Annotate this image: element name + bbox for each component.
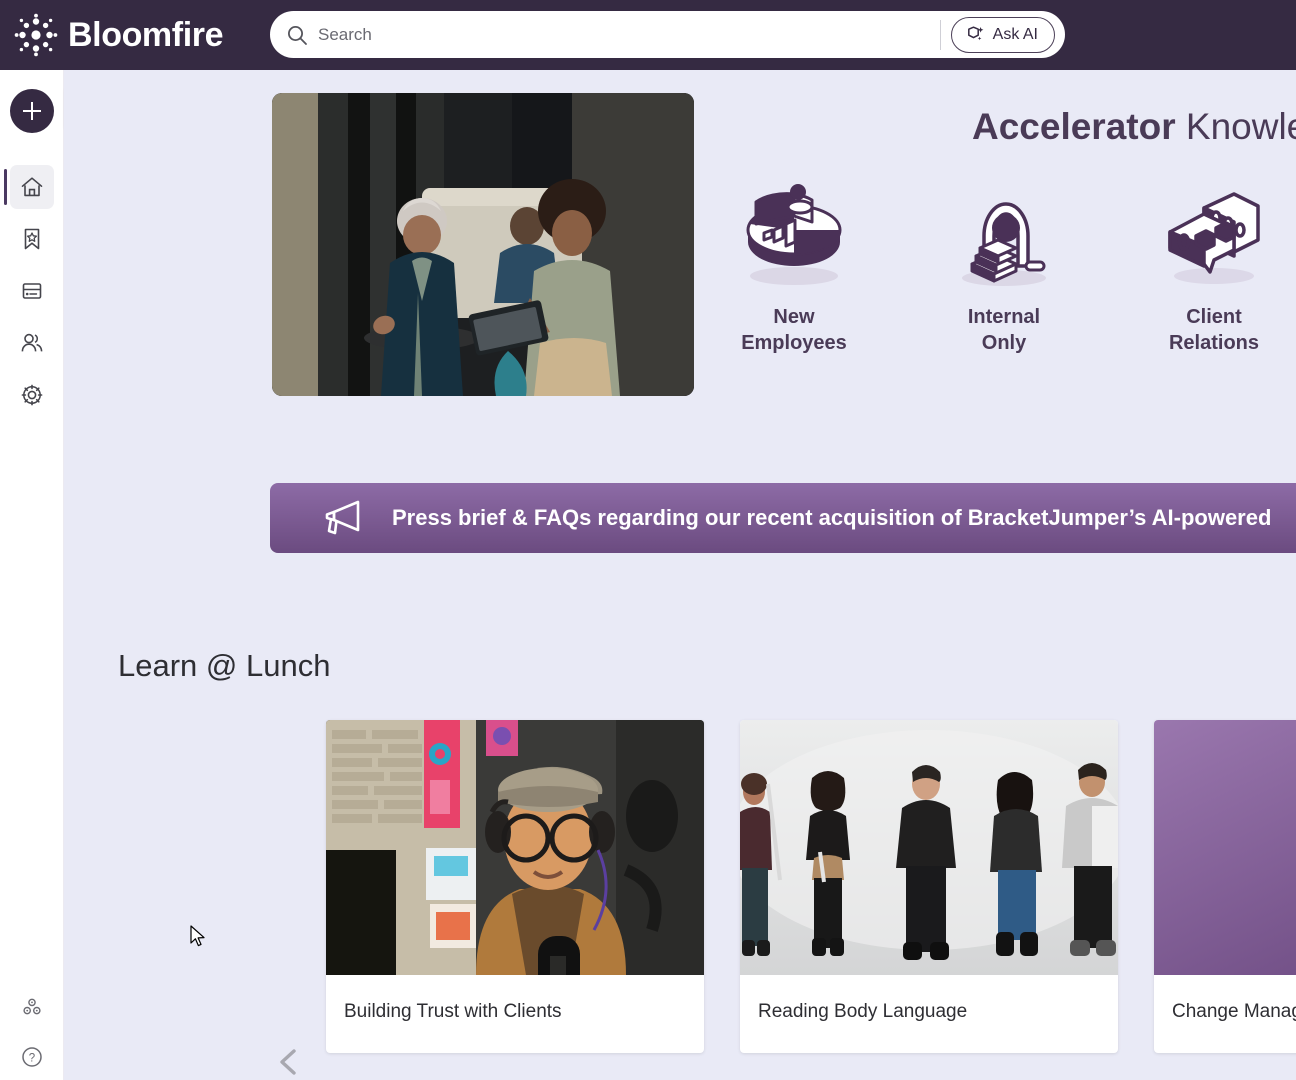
question-circle-icon: ? [19, 1044, 45, 1070]
hero-image [272, 93, 694, 396]
category-internal-only[interactable]: Internal Only [934, 180, 1074, 356]
category-label: New Employees [741, 306, 847, 354]
card-title: Reading Body Language [758, 1001, 968, 1022]
sidebar-item-bookmarks[interactable] [10, 217, 54, 261]
search-divider [939, 19, 941, 50]
search-bar[interactable]: Ask AI [270, 11, 1065, 58]
gear-icon [19, 382, 45, 408]
sparkle-ai-icon [964, 24, 986, 46]
sidebar-item-communities[interactable] [10, 985, 54, 1029]
left-sidebar: ? [0, 70, 64, 1080]
mouse-cursor [190, 925, 208, 949]
card-title: Building Trust with Clients [344, 1001, 562, 1022]
category-client-relations[interactable]: Client Relations [1144, 180, 1284, 356]
pie-chart-3d-icon [738, 180, 850, 292]
card-thumbnail [1154, 720, 1296, 975]
sidebar-item-home[interactable] [4, 165, 54, 209]
sidebar-item-series[interactable] [10, 269, 54, 313]
sidebar-item-help[interactable]: ? [10, 1035, 54, 1079]
card-title: Change Managemen [1172, 1001, 1296, 1022]
category-label: Client Relations [1168, 306, 1260, 354]
home-icon [19, 174, 45, 200]
podium-3d-icon [948, 180, 1060, 292]
category-shortcuts: New Employees Internal Only Client Relat… [724, 180, 1284, 356]
brand-name: Bloomfire [68, 15, 224, 54]
add-content-button[interactable] [10, 89, 54, 133]
people-icon [19, 330, 45, 356]
svg-text:?: ? [29, 1053, 35, 1065]
main-content: Accelerator Knowle New Employees Interna… [64, 70, 1296, 1080]
chat-bubbles-3d-icon [1158, 180, 1270, 292]
announcement-text: Press brief & FAQs regarding our recent … [392, 505, 1272, 530]
search-input[interactable] [318, 24, 940, 45]
page-title-rest: Knowle [1175, 106, 1296, 147]
announcement-banner[interactable]: Press brief & FAQs regarding our recent … [270, 483, 1296, 553]
ask-ai-button[interactable]: Ask AI [950, 16, 1055, 53]
section-title: Learn @ Lunch [118, 648, 331, 683]
sidebar-item-people[interactable] [10, 321, 54, 365]
chevron-left-icon [272, 1045, 306, 1079]
category-label: Internal Only [967, 306, 1041, 354]
card-thumbnail [326, 720, 704, 975]
bookmark-star-icon [19, 226, 45, 252]
brand-logo[interactable]: Bloomfire [14, 13, 223, 57]
card-thumbnail [740, 720, 1118, 975]
sidebar-item-settings[interactable] [10, 373, 54, 417]
megaphone-icon [324, 498, 370, 538]
cluster-icon [19, 994, 45, 1020]
list-item[interactable]: Building Trust with Clients [326, 720, 704, 1053]
learn-at-lunch-carousel: Building Trust with Clients Reading Body… [118, 720, 1296, 1080]
list-item[interactable]: Reading Body Language [740, 720, 1118, 1053]
search-icon [286, 24, 308, 46]
page-title: Accelerator Knowle [972, 106, 1296, 148]
list-item[interactable]: Change Managemen [1154, 720, 1296, 1053]
ask-ai-label: Ask AI [992, 25, 1038, 43]
card-list: Building Trust with Clients Reading Body… [326, 720, 1296, 1053]
card-list-icon [19, 278, 45, 304]
page-title-bold: Accelerator [972, 106, 1176, 147]
top-header-bar: Bloomfire Ask AI [0, 0, 1296, 70]
bloomfire-burst-logo-icon [14, 13, 58, 57]
category-new-employees[interactable]: New Employees [724, 180, 864, 356]
carousel-prev-button[interactable] [272, 1045, 306, 1079]
